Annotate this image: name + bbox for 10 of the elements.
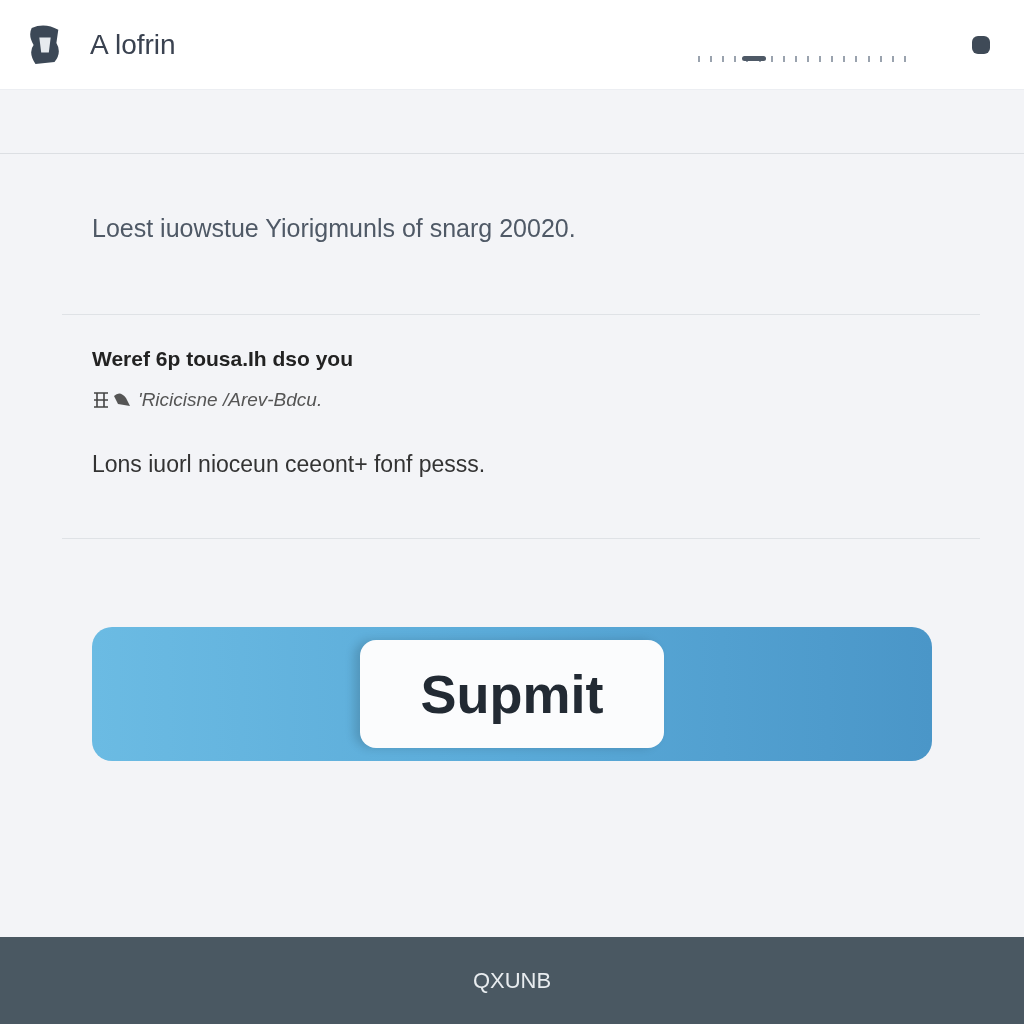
note-text: 'Ricicisne /Arev-Bdcu.	[138, 389, 323, 411]
slider[interactable]	[698, 54, 906, 63]
glyph-icon	[92, 390, 132, 410]
slider-thumb[interactable]	[742, 55, 767, 61]
intro-text: Loest iuowstue Yiorigmunls of snarg 20020.	[92, 214, 577, 244]
app-title: A lofrin	[90, 28, 176, 61]
body-text: Lons iuorl nioceun ceeont+ fonf pesss.	[92, 451, 487, 478]
footer-text: QXUNB	[472, 967, 552, 994]
section-heading: Weref 6p tousa.Ih dso you	[92, 347, 354, 371]
submit-button[interactable]: Supmit	[360, 640, 664, 748]
